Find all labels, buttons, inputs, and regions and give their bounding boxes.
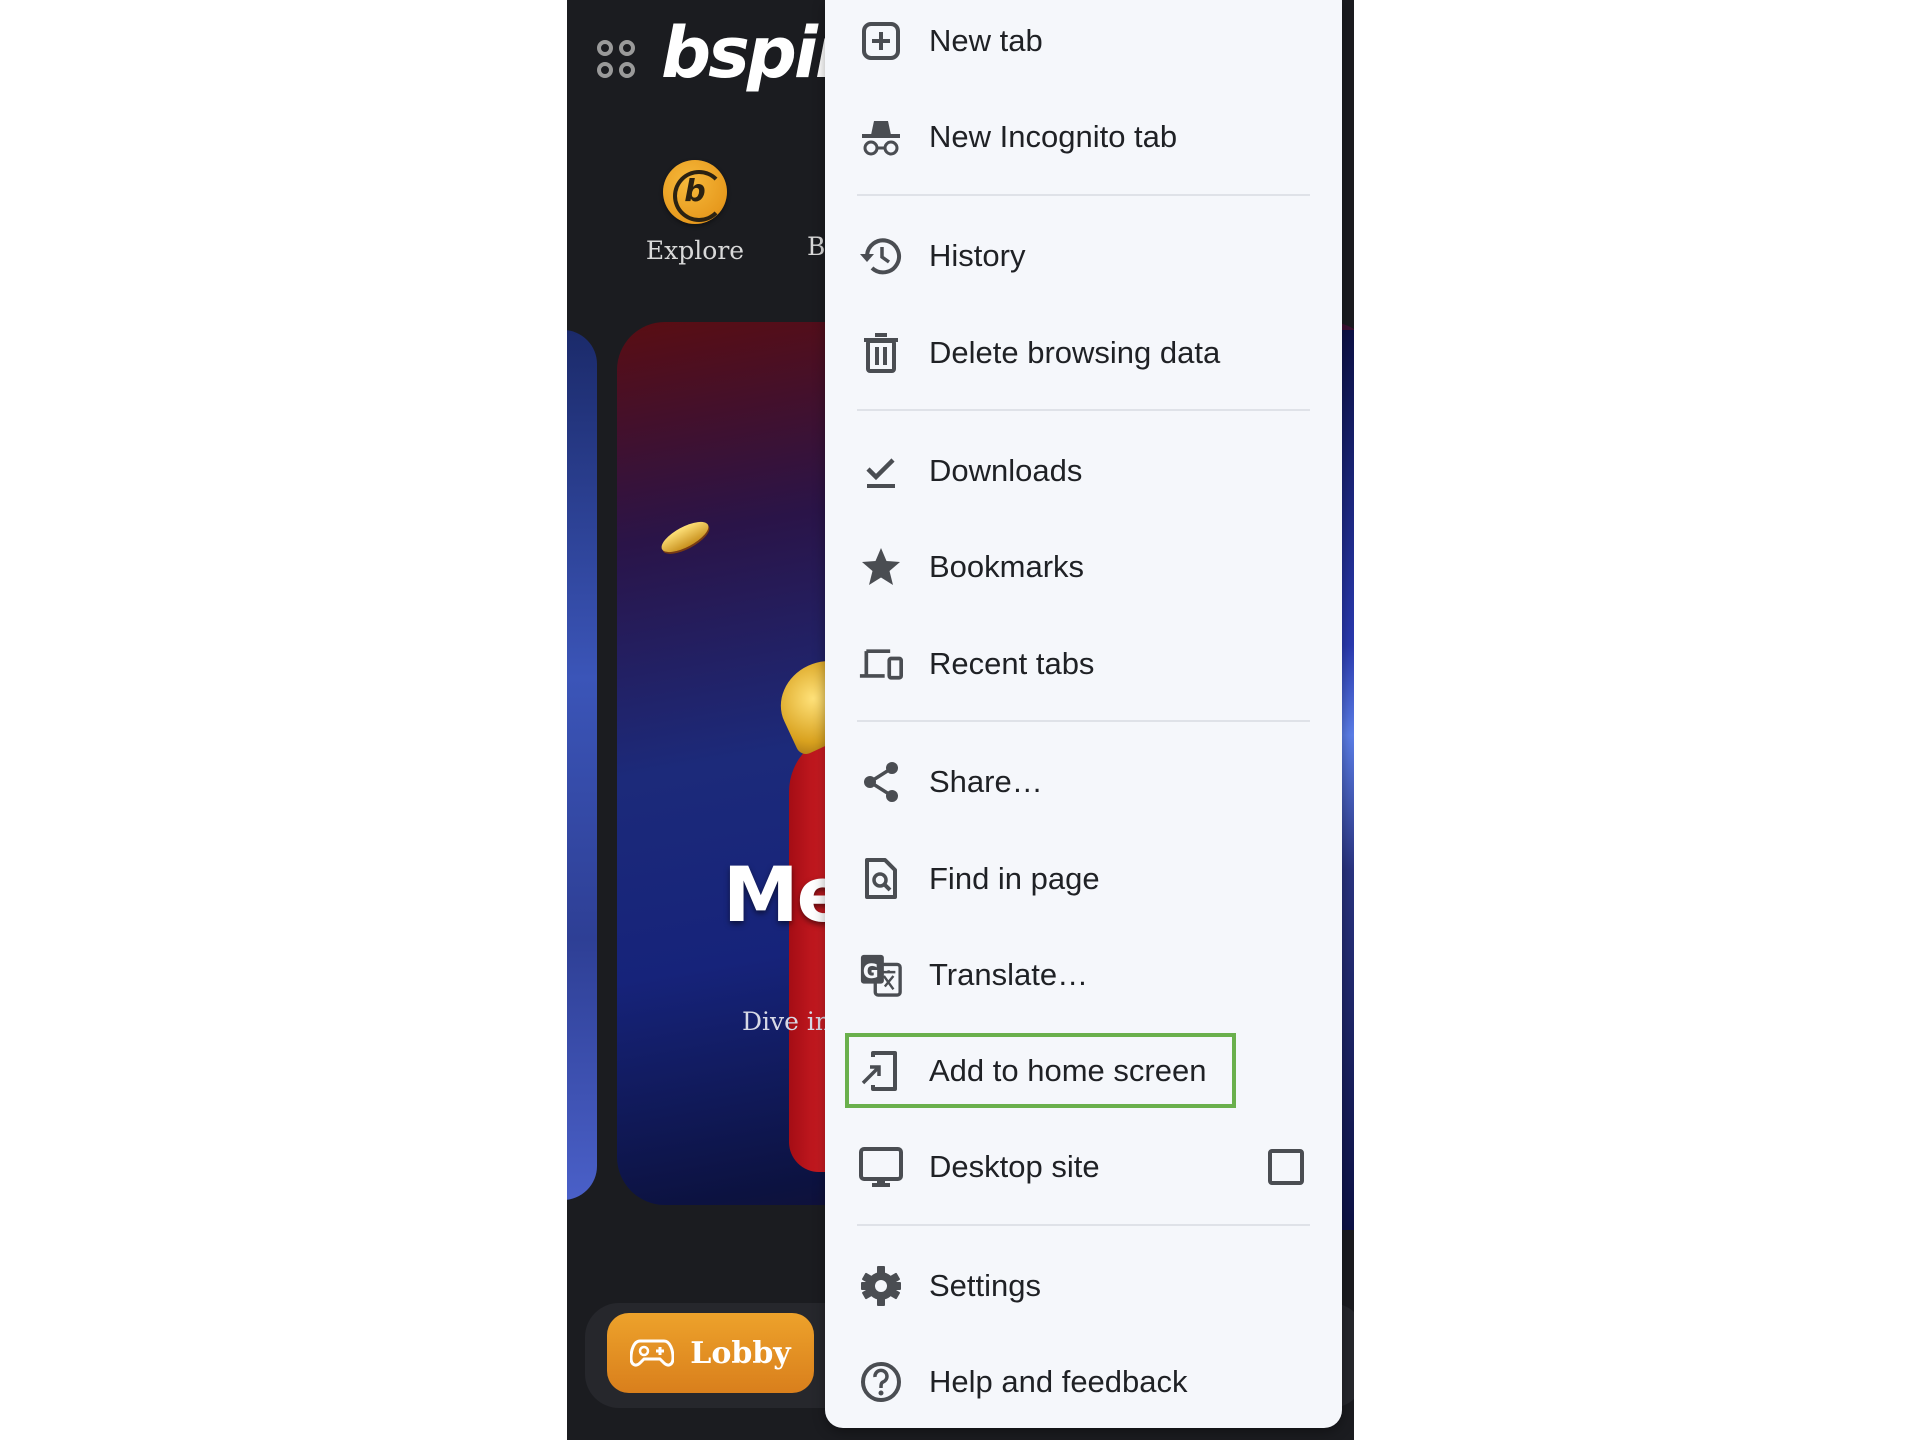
gold-coin-graphic bbox=[657, 515, 713, 559]
menu-item-translate[interactable]: G Translate… bbox=[825, 927, 1342, 1023]
help-icon bbox=[859, 1360, 903, 1404]
desktop-site-checkbox[interactable] bbox=[1268, 1149, 1304, 1185]
lobby-button[interactable]: Lobby bbox=[607, 1313, 814, 1393]
share-icon bbox=[859, 760, 903, 804]
desktop-icon bbox=[859, 1145, 903, 1189]
menu-item-settings[interactable]: Settings bbox=[825, 1238, 1342, 1334]
nav-item-explore[interactable]: b Explore bbox=[645, 160, 745, 265]
add-to-home-icon bbox=[859, 1049, 903, 1093]
menu-item-share[interactable]: Share… bbox=[825, 734, 1342, 830]
downloads-icon bbox=[859, 449, 903, 493]
menu-item-desktop-site[interactable]: Desktop site bbox=[825, 1119, 1342, 1215]
menu-item-delete-browsing-data[interactable]: Delete browsing data bbox=[825, 305, 1342, 401]
gamepad-icon bbox=[630, 1339, 675, 1367]
menu-item-new-tab[interactable]: New tab bbox=[825, 0, 1342, 89]
previous-banner-card[interactable] bbox=[567, 330, 597, 1200]
menu-item-recent-tabs[interactable]: Recent tabs bbox=[825, 616, 1342, 712]
banner-subtitle: Dive int a bbox=[741, 1007, 841, 1072]
menu-divider bbox=[857, 194, 1310, 196]
menu-item-bookmarks[interactable]: Bookmarks bbox=[825, 519, 1342, 615]
menu-divider bbox=[857, 1224, 1310, 1226]
menu-item-downloads[interactable]: Downloads bbox=[825, 423, 1342, 519]
menu-divider bbox=[857, 409, 1310, 411]
history-icon bbox=[859, 234, 903, 278]
menu-item-help-and-feedback[interactable]: Help and feedback bbox=[825, 1334, 1342, 1430]
menu-item-add-to-home-screen[interactable]: Add to home screen bbox=[825, 1023, 1342, 1119]
next-banner-card[interactable] bbox=[1342, 330, 1354, 1230]
nav-item-label: Explore bbox=[645, 236, 745, 265]
translate-icon: G bbox=[859, 953, 903, 997]
browser-overflow-menu: New tab New Incognito tab History Delete… bbox=[825, 0, 1342, 1428]
incognito-icon bbox=[859, 115, 903, 159]
nav-item-second[interactable]: B bbox=[807, 232, 825, 261]
menu-item-history[interactable]: History bbox=[825, 208, 1342, 304]
bspin-coin-icon: b bbox=[663, 160, 727, 224]
apps-grid-icon[interactable] bbox=[597, 40, 637, 80]
find-in-page-icon bbox=[859, 857, 903, 901]
star-icon bbox=[859, 545, 903, 589]
trash-icon bbox=[859, 331, 903, 375]
gear-icon bbox=[859, 1264, 903, 1308]
new-tab-icon bbox=[859, 19, 903, 63]
devices-icon bbox=[859, 642, 903, 686]
menu-divider bbox=[857, 720, 1310, 722]
svg-text:G: G bbox=[863, 960, 879, 983]
menu-item-new-incognito-tab[interactable]: New Incognito tab bbox=[825, 89, 1342, 185]
lobby-label: Lobby bbox=[690, 1335, 791, 1371]
menu-item-find-in-page[interactable]: Find in page bbox=[825, 831, 1342, 927]
